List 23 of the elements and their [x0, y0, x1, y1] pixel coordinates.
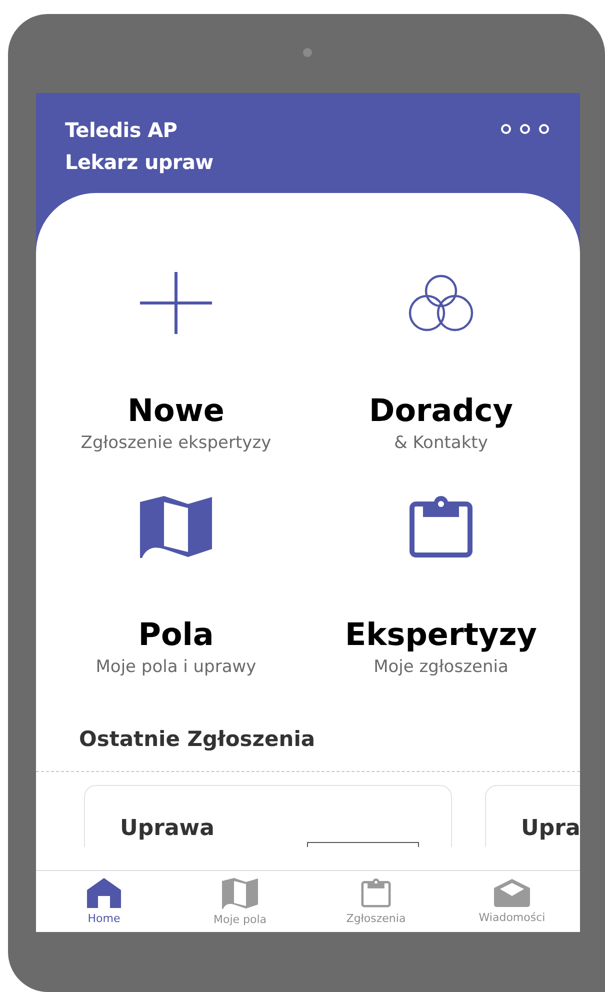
tile-subtitle: Moje pola i uprawy [96, 657, 256, 677]
app-subtitle: Lekarz upraw [65, 149, 214, 175]
tile-subtitle: Moje zgłoszenia [374, 657, 508, 677]
tile-title[interactable]: Nowe [128, 393, 224, 429]
clipboard-icon [361, 878, 391, 908]
card-title: Uprawa [120, 816, 214, 841]
camera-dot [303, 48, 312, 57]
section-title: Ostatnie Zgłoszenia [79, 727, 316, 751]
plus-icon [140, 272, 212, 334]
card-title: Upra [521, 816, 580, 841]
tile-subtitle: & Kontakty [394, 433, 488, 453]
home-icon [87, 878, 121, 908]
app-title: Teledis AP [65, 117, 178, 143]
more-icon[interactable] [500, 123, 550, 135]
tile-subtitle: Zgłoszenie ekspertyzy [80, 433, 272, 453]
nav-tab[interactable]: Home [36, 871, 172, 932]
tile-title[interactable]: Pola [138, 617, 214, 653]
envelope-icon [494, 879, 530, 907]
tile-title[interactable]: Ekspertyzy [344, 617, 538, 653]
map-icon [222, 878, 258, 908]
map-icon [140, 496, 212, 558]
tile-title[interactable]: Doradcy [368, 393, 513, 429]
clipboard-icon [409, 496, 473, 558]
